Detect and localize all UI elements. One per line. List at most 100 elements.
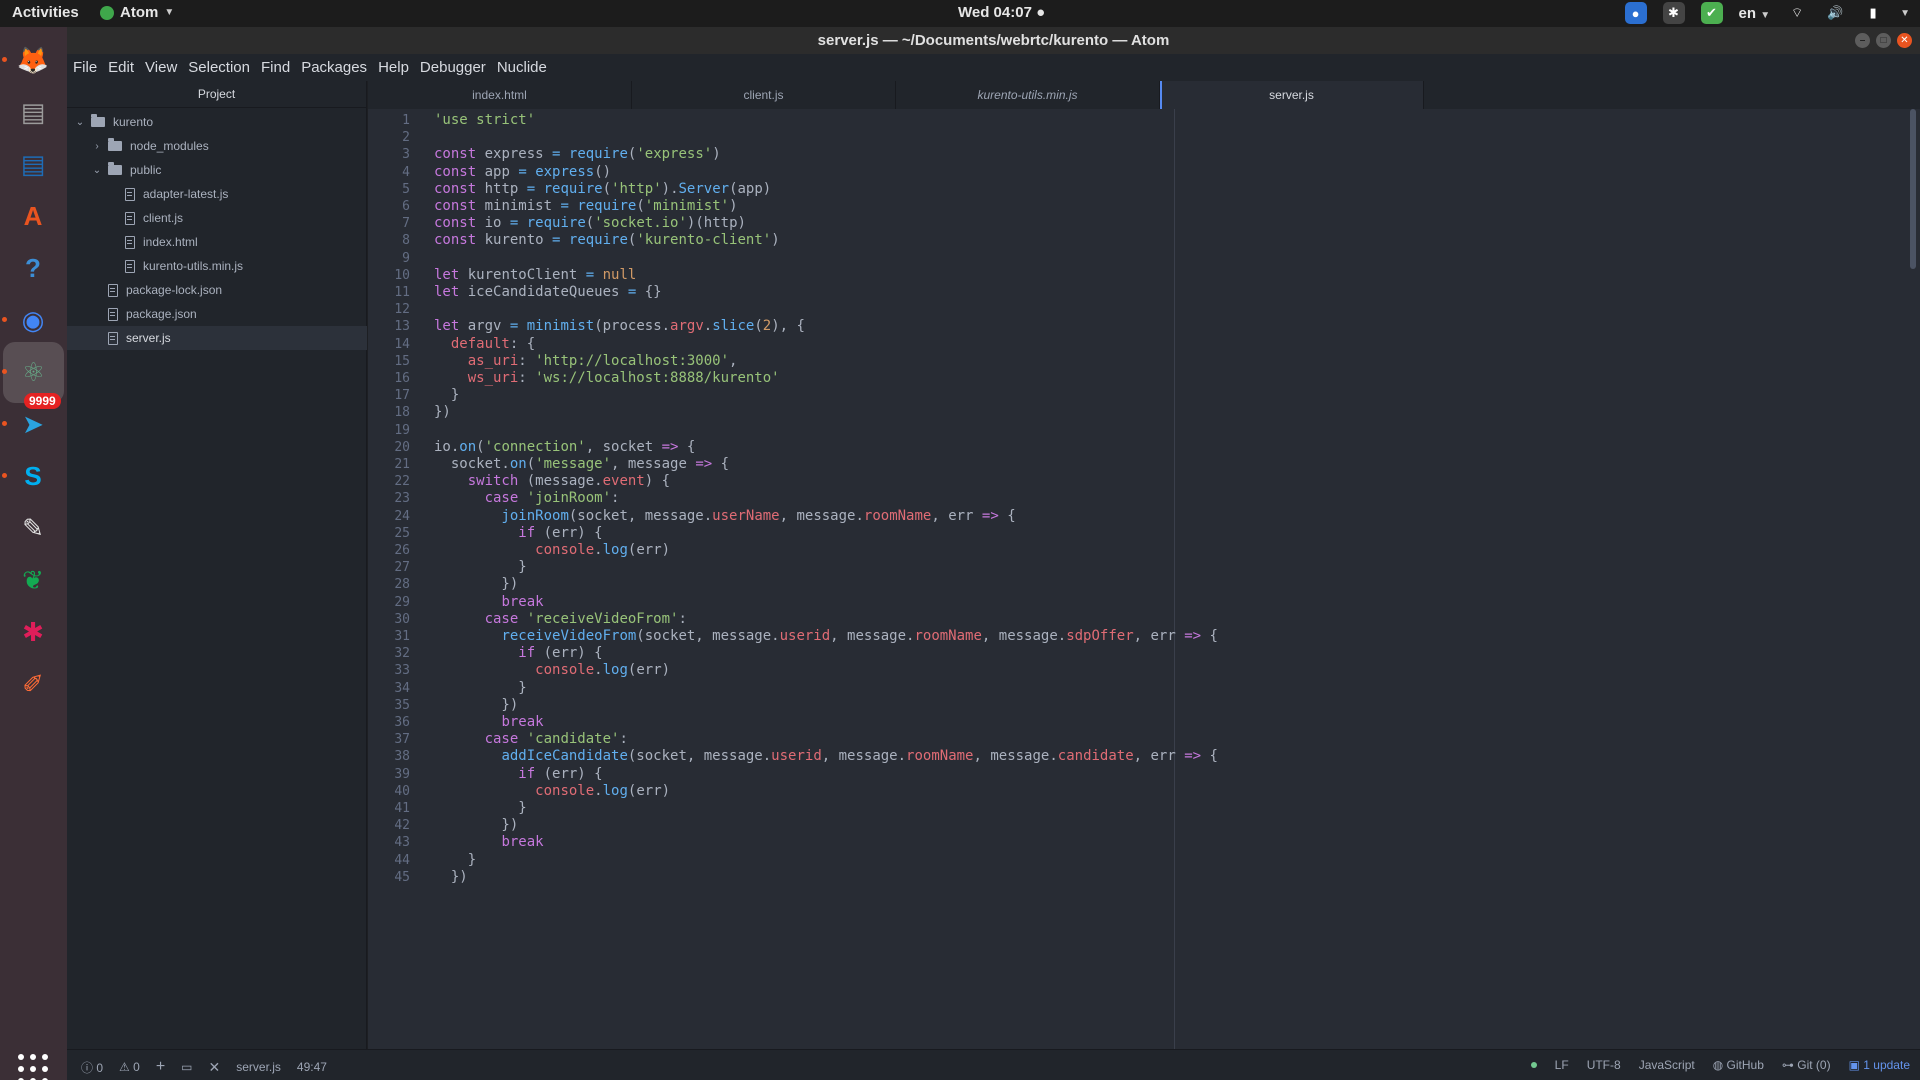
tab-kurento-utils-min-js[interactable]: kurento-utils.min.js [896, 81, 1160, 109]
software-icon[interactable]: A [8, 191, 58, 241]
minimize-icon[interactable]: – [1855, 33, 1870, 48]
code-line[interactable]: ws_uri: 'ws://localhost:8888/kurento' [434, 368, 780, 389]
grammar-selector[interactable]: JavaScript [1639, 1058, 1695, 1072]
tree-folder[interactable]: ⌄ public [67, 158, 367, 182]
chevron-down-icon[interactable]: ⌄ [92, 165, 102, 176]
tree-file[interactable]: adapter-latest.js [67, 182, 367, 206]
tree-folder[interactable]: ⌄ kurento [67, 110, 367, 134]
ubuntu-dock: 🦊 ▤ ▤ A? ◉ ⚛ ➤ 9999 S ✎ ❦ ✱ ✐ [0, 27, 67, 1080]
code-editor[interactable]: 1 2 3 4 5 6 7 8 9 10 11 12 13 14 15 16 17 18 19 20 21 22 23 24 2… [368, 109, 1920, 1049]
project-panel-header[interactable]: Project [67, 81, 366, 108]
menu-view[interactable]: View [145, 59, 177, 76]
code-line[interactable]: const kurento = require('kurento-client'… [434, 230, 780, 251]
close-icon[interactable]: ✕ [1897, 33, 1912, 48]
close-terminal-icon[interactable]: ✕ [209, 1059, 221, 1076]
code-token: require [568, 232, 628, 249]
maximize-icon[interactable]: □ [1876, 33, 1891, 48]
menu-nuclide[interactable]: Nuclide [497, 59, 547, 76]
tab-index-html[interactable]: index.html [368, 81, 632, 109]
wrap-guide [1174, 109, 1175, 1049]
writer-icon[interactable]: ▤ [8, 139, 58, 189]
check-icon[interactable]: ✔ [1700, 2, 1723, 24]
code-token: ) [771, 232, 780, 249]
tree-file[interactable]: index.html [67, 230, 367, 254]
tab-client-js[interactable]: client.js [632, 81, 896, 109]
slack-tray-icon[interactable]: ✱ [1662, 2, 1685, 24]
postman-icon[interactable]: ✐ [8, 659, 58, 709]
tab-server-js[interactable]: server.js [1160, 81, 1424, 109]
git-button[interactable]: ⊶ Git (0) [1782, 1058, 1831, 1072]
tree-folder[interactable]: › node_modules [67, 134, 367, 158]
chevron-right-icon[interactable]: › [92, 141, 102, 152]
code-token: ), { [771, 318, 805, 335]
clock[interactable]: Wed 04:07 ● [958, 4, 1045, 21]
activities-button[interactable]: Activities [12, 4, 79, 21]
encoding-selector[interactable]: UTF-8 [1587, 1058, 1621, 1072]
files-icon[interactable]: ▤ [8, 87, 58, 137]
slack-icon[interactable]: ✱ [8, 607, 58, 657]
line-ending-selector[interactable]: LF [1555, 1058, 1569, 1072]
tree-file[interactable]: package-lock.json [67, 278, 367, 302]
code-line[interactable]: let iceCandidateQueues = {} [434, 282, 662, 303]
app-menu[interactable]: Atom ▼ [100, 4, 174, 21]
language-indicator[interactable]: en ▼ [1739, 5, 1771, 22]
code-token: 2 [762, 318, 772, 335]
chrome-remote-icon[interactable]: ● [1624, 2, 1647, 24]
menu-find[interactable]: Find [261, 59, 290, 76]
menu-edit[interactable]: Edit [108, 59, 134, 76]
file-icon [108, 307, 118, 321]
code-token: let [434, 284, 460, 300]
battery-icon[interactable]: ▮ [1862, 2, 1884, 24]
code-token: kurentoClient [459, 266, 586, 283]
diagnostics-warnings[interactable]: ⚠ 0 [119, 1060, 140, 1074]
add-terminal-icon[interactable]: + [156, 1058, 165, 1076]
code-area[interactable]: 'use strict' const express = require('exp… [434, 109, 1904, 1049]
code-token: = [585, 266, 595, 283]
menu-help[interactable]: Help [378, 59, 409, 76]
code-token: http [476, 180, 527, 197]
code-token: slice [712, 318, 755, 335]
menu-selection[interactable]: Selection [188, 59, 250, 76]
system-menu-chevron-icon[interactable]: ▼ [1900, 8, 1910, 19]
tab-bar: index.html client.js kurento-utils.min.js s… [368, 81, 1920, 109]
tree-file[interactable]: kurento-utils.min.js [67, 254, 367, 278]
code-line[interactable]: }) [434, 867, 468, 888]
text-editor-icon[interactable]: ✎ [8, 503, 58, 553]
code-token: }) [434, 868, 468, 885]
code-line[interactable]: 'use strict' [434, 110, 535, 131]
mongodb-compass-icon[interactable]: ❦ [8, 555, 58, 605]
skype-icon[interactable]: S [8, 451, 58, 501]
tree-file[interactable]: server.js [67, 326, 367, 350]
tree-file[interactable]: client.js [67, 206, 367, 230]
show-applications-icon[interactable] [18, 1054, 48, 1080]
menu-file[interactable]: File [73, 59, 97, 76]
firefox-icon[interactable]: 🦊 [8, 35, 58, 85]
code-token: (err) [627, 542, 671, 558]
code-token: { [712, 456, 730, 472]
chevron-down-icon[interactable]: ⌄ [75, 117, 85, 128]
code-token: (err) { [535, 524, 603, 541]
terminal-icon[interactable]: ▭ [181, 1060, 192, 1074]
status-file-name[interactable]: server.js [236, 1060, 281, 1074]
window-title-bar[interactable]: server.js — ~/Documents/webrtc/kurento —… [67, 27, 1920, 54]
file-icon [125, 187, 135, 201]
tree-file[interactable]: package.json [67, 302, 367, 326]
volume-icon[interactable]: 🔊 [1824, 2, 1846, 24]
code-line[interactable]: }) [434, 402, 451, 423]
code-token: require [526, 215, 586, 232]
vertical-scrollbar[interactable] [1910, 109, 1916, 269]
diagnostics-errors[interactable]: ⓘ 0 [81, 1059, 103, 1076]
github-button[interactable]: ◍ GitHub [1713, 1058, 1764, 1072]
update-button[interactable]: ▣ 1 update [1849, 1058, 1910, 1072]
cursor-position[interactable]: 49:47 [297, 1060, 327, 1074]
menu-debugger[interactable]: Debugger [420, 59, 486, 76]
menu-packages[interactable]: Packages [301, 59, 367, 76]
help-icon[interactable]: ? [8, 243, 58, 293]
wifi-icon[interactable]: ⌔ [1786, 2, 1808, 24]
chrome-icon[interactable]: ◉ [8, 295, 58, 345]
code-token: roomName [906, 748, 974, 765]
